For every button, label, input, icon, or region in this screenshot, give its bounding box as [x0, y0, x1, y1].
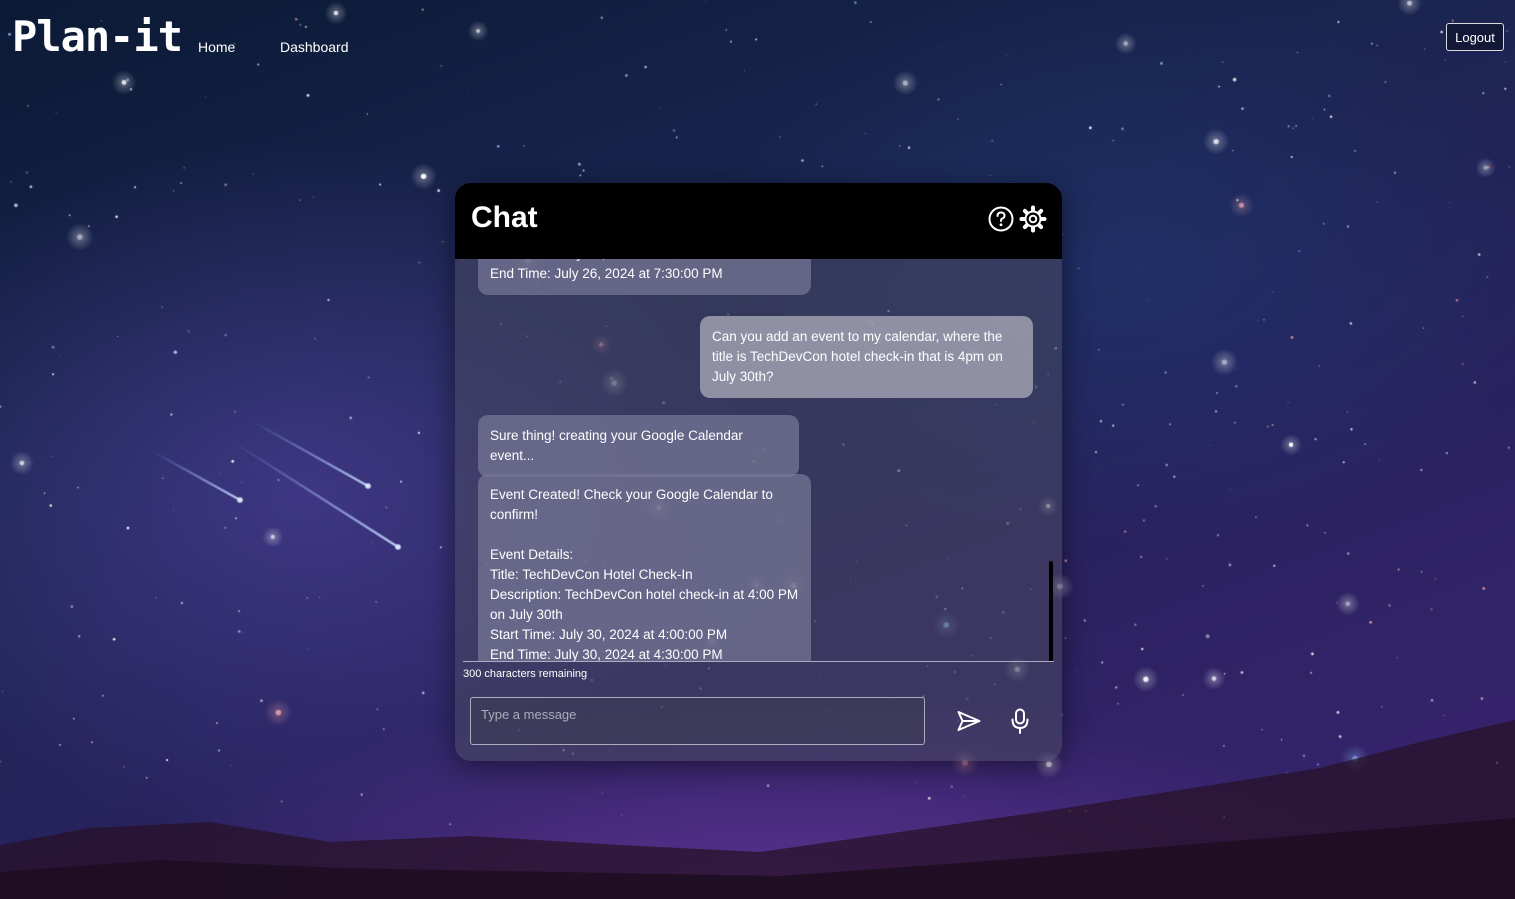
message-list-scrollbar[interactable] — [1049, 561, 1053, 661]
bot-message: Event Created! Check your Google Calenda… — [478, 474, 811, 661]
microphone-icon[interactable] — [1006, 707, 1034, 735]
nav-link-dashboard[interactable]: Dashboard — [280, 39, 349, 55]
nav-link-home[interactable]: Home — [198, 39, 235, 55]
logout-button[interactable]: Logout — [1446, 23, 1504, 51]
message-list[interactable]: Start Time: July 26, 2024 at 7:00:00 PM … — [455, 259, 1062, 661]
top-navigation-bar: Plan-it Home Dashboard Logout — [0, 0, 1515, 90]
message-input[interactable] — [470, 697, 925, 745]
chat-panel: Chat Start Time: July 26, — [455, 183, 1062, 761]
chat-divider — [463, 661, 1054, 662]
gear-icon[interactable] — [1019, 205, 1047, 233]
characters-remaining-counter: 300 characters remaining — [463, 668, 588, 680]
plan-it-logo[interactable]: Plan-it — [12, 12, 183, 61]
bot-message: Sure thing! creating your Google Calenda… — [478, 415, 799, 477]
chat-title: Chat — [471, 201, 538, 234]
chat-header: Chat — [455, 183, 1062, 259]
help-icon[interactable] — [987, 205, 1015, 233]
send-icon[interactable] — [955, 707, 983, 735]
user-message: Can you add an event to my calendar, whe… — [700, 316, 1033, 398]
bot-message: Start Time: July 26, 2024 at 7:00:00 PM … — [478, 259, 811, 295]
